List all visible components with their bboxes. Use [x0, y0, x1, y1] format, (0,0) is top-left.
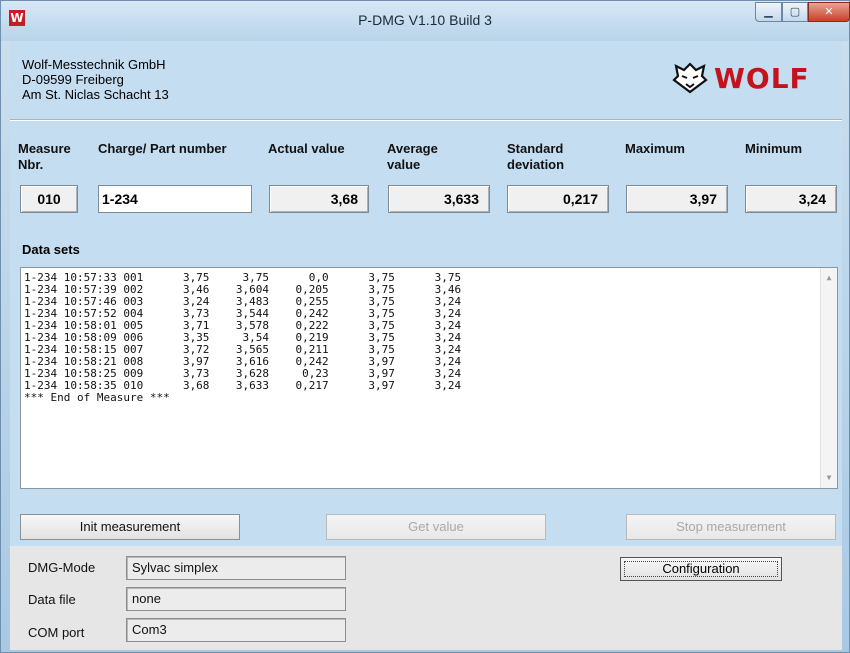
dmg-mode-field: Sylvac simplex: [126, 556, 346, 580]
get-value-button[interactable]: Get value: [326, 514, 546, 540]
std-deviation-value: 0,217: [507, 185, 609, 213]
settings-panel: DMG-Mode Sylvac simplex Data file none C…: [10, 546, 842, 650]
datasets-list[interactable]: 1-234 10:57:33 001 3,75 3,75 0,0 3,75 3,…: [20, 267, 838, 489]
maximum-label: Maximum: [625, 141, 685, 156]
com-port-field: Com3: [126, 618, 346, 642]
actual-value: 3,68: [269, 185, 369, 213]
stop-measurement-button[interactable]: Stop measurement: [626, 514, 836, 540]
company-info: Wolf-Messtechnik GmbH D-09599 Freiberg A…: [22, 57, 169, 102]
data-file-label: Data file: [28, 592, 76, 607]
measure-nbr-label: Measure Nbr.: [18, 141, 71, 172]
wolf-head-icon: [672, 62, 708, 94]
maximum-value: 3,97: [626, 185, 728, 213]
std-deviation-label: Standard deviation: [507, 141, 565, 172]
maximize-button[interactable]: ▢: [782, 2, 808, 22]
scroll-up-icon[interactable]: ▲: [821, 272, 837, 284]
header-divider: [10, 119, 842, 121]
com-port-label: COM port: [28, 625, 85, 640]
client-area: Wolf-Messtechnik GmbH D-09599 Freiberg A…: [10, 41, 842, 650]
minimize-button[interactable]: ▁: [755, 2, 782, 22]
part-number-input[interactable]: 1-234: [98, 185, 252, 213]
list-item: *** End of Measure ***: [24, 391, 170, 404]
configuration-button[interactable]: Configuration: [620, 557, 782, 581]
scroll-down-icon[interactable]: ▼: [821, 472, 837, 484]
data-file-field: none: [126, 587, 346, 611]
minimum-label: Minimum: [745, 141, 803, 156]
part-number-label: Charge/ Part number: [98, 141, 227, 156]
average-value-label: Average value: [387, 141, 438, 172]
average-value: 3,633: [388, 185, 490, 213]
company-name: Wolf-Messtechnik GmbH: [22, 57, 166, 72]
wolf-logo: WOLF: [672, 61, 810, 95]
measure-nbr-value: 010: [20, 185, 78, 213]
app-window: W P-DMG V1.10 Build 3 ▁ ▢ ✕ Wolf-Messtec…: [0, 0, 850, 653]
logo-text: WOLF: [714, 61, 810, 95]
datasets-label: Data sets: [22, 242, 80, 257]
minimum-value: 3,24: [745, 185, 837, 213]
vertical-scrollbar[interactable]: ▲ ▼: [820, 268, 837, 488]
window-title: P-DMG V1.10 Build 3: [358, 12, 492, 28]
focus-outline: [624, 561, 778, 577]
dmg-mode-label: DMG-Mode: [28, 560, 96, 575]
init-measurement-button[interactable]: Init measurement: [20, 514, 240, 540]
title-bar[interactable]: W P-DMG V1.10 Build 3 ▁ ▢ ✕: [1, 1, 850, 41]
company-address-city: D-09599 Freiberg: [22, 72, 124, 87]
actual-value-label: Actual value: [268, 141, 345, 156]
company-address-street: Am St. Niclas Schacht 13: [22, 87, 169, 102]
close-button[interactable]: ✕: [808, 2, 850, 22]
